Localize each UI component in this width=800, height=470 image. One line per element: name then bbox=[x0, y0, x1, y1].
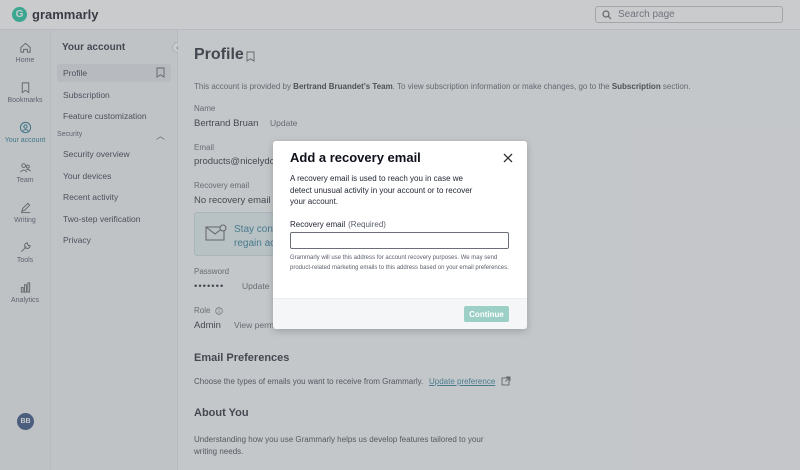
continue-button[interactable]: Continue bbox=[464, 306, 509, 322]
close-icon[interactable] bbox=[502, 152, 514, 164]
recovery-email-field-label: Recovery email (Required) bbox=[290, 220, 386, 229]
recovery-email-input[interactable] bbox=[290, 232, 509, 249]
dialog-fine-print: Grammarly will use this address for acco… bbox=[290, 255, 509, 271]
dialog-footer: Continue bbox=[273, 298, 527, 329]
field-label-text: Recovery email bbox=[290, 220, 346, 229]
dialog-title: Add a recovery email bbox=[290, 150, 421, 165]
dialog-description: A recovery email is used to reach you in… bbox=[290, 174, 473, 206]
field-required-text: (Required) bbox=[348, 220, 386, 229]
add-recovery-email-dialog: Add a recovery email A recovery email is… bbox=[273, 141, 527, 329]
